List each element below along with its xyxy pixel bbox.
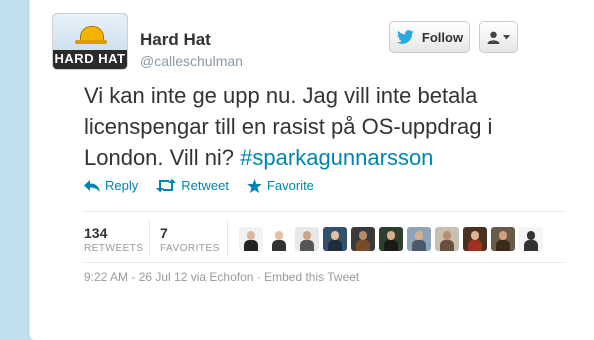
retweets-label: RETWEETS	[84, 243, 144, 254]
favorites-label: FAVORITES	[160, 243, 220, 254]
divider-bottom	[84, 262, 564, 263]
avatar-silhouette-body	[384, 240, 398, 251]
favorites-stat[interactable]: 7 FAVORITES	[160, 225, 220, 254]
avatar-silhouette-body	[440, 240, 454, 251]
twitter-bird-icon	[396, 29, 414, 44]
avatar-silhouette-body	[524, 240, 538, 251]
favoriter-avatar[interactable]	[435, 227, 459, 251]
avatar-silhouette-body	[272, 240, 286, 251]
user-icon	[487, 31, 500, 44]
avatar-silhouette-head	[499, 231, 507, 240]
favoriter-avatar[interactable]	[267, 227, 291, 251]
user-handle[interactable]: @calleschulman	[140, 53, 243, 69]
avatar-silhouette-head	[387, 231, 395, 240]
favoriter-avatar[interactable]	[239, 227, 263, 251]
retweet-label: Retweet	[181, 178, 229, 193]
hard-hat-brim	[75, 40, 107, 44]
retweet-button[interactable]: Retweet	[156, 178, 229, 193]
avatar-silhouette-body	[356, 240, 370, 251]
avatar-silhouette-head	[415, 231, 423, 240]
favoriter-avatar[interactable]	[351, 227, 375, 251]
favoriter-avatar[interactable]	[491, 227, 515, 251]
stat-separator	[227, 220, 228, 256]
follow-label: Follow	[421, 29, 464, 45]
tweet-actions: Reply Retweet Favorite	[84, 178, 314, 193]
avatar-silhouette-body	[300, 240, 314, 251]
favoriter-avatar[interactable]	[295, 227, 319, 251]
hashtag-link[interactable]: #sparkagunnarsson	[240, 145, 433, 170]
tweet-meta[interactable]: 9:22 AM - 26 Jul 12 via Echofon · Embed …	[84, 270, 359, 284]
stat-separator	[149, 220, 150, 256]
user-actions-dropdown[interactable]	[479, 21, 518, 53]
favoriter-avatar[interactable]	[463, 227, 487, 251]
avatar-silhouette-head	[359, 231, 367, 240]
retweet-icon	[156, 179, 177, 192]
retweets-stat[interactable]: 134 RETWEETS	[84, 225, 144, 254]
avatar-silhouette-body	[468, 240, 482, 251]
divider-top	[84, 211, 564, 212]
star-icon	[247, 178, 262, 193]
follow-button[interactable]: Follow	[389, 21, 470, 53]
avatar-silhouette-head	[443, 231, 451, 240]
avatar-silhouette-head	[527, 231, 535, 240]
retweets-count: 134	[84, 225, 108, 241]
avatar-silhouette-body	[496, 240, 510, 251]
avatar-logo-text: HARD HAT	[54, 51, 126, 66]
favoriter-avatar[interactable]	[407, 227, 431, 251]
avatar-silhouette-head	[303, 231, 311, 240]
avatar-silhouette-head	[471, 231, 479, 240]
avatar-silhouette-body	[328, 240, 342, 251]
avatar-silhouette-body	[244, 240, 258, 251]
avatar-silhouette-body	[412, 240, 426, 251]
reply-label: Reply	[105, 178, 139, 193]
favoriter-avatar[interactable]	[519, 227, 543, 251]
avatar-silhouette-head	[247, 231, 255, 240]
favorites-count: 7	[160, 225, 168, 241]
favorite-button[interactable]: Favorite	[247, 178, 314, 193]
tweet-text: Vi kan inte ge upp nu. Jag vill inte bet…	[84, 80, 564, 173]
favoriter-avatar[interactable]	[323, 227, 347, 251]
user-name[interactable]: Hard Hat	[140, 30, 211, 50]
favoriter-avatars	[239, 227, 543, 251]
favorite-label: Favorite	[266, 178, 314, 193]
avatar-silhouette-head	[275, 231, 283, 240]
avatar[interactable]: HARD HAT	[52, 13, 128, 70]
avatar-silhouette-head	[331, 231, 339, 240]
reply-button[interactable]: Reply	[84, 178, 138, 193]
reply-icon	[84, 179, 100, 192]
caret-down-icon	[503, 34, 510, 39]
favoriter-avatar[interactable]	[379, 227, 403, 251]
